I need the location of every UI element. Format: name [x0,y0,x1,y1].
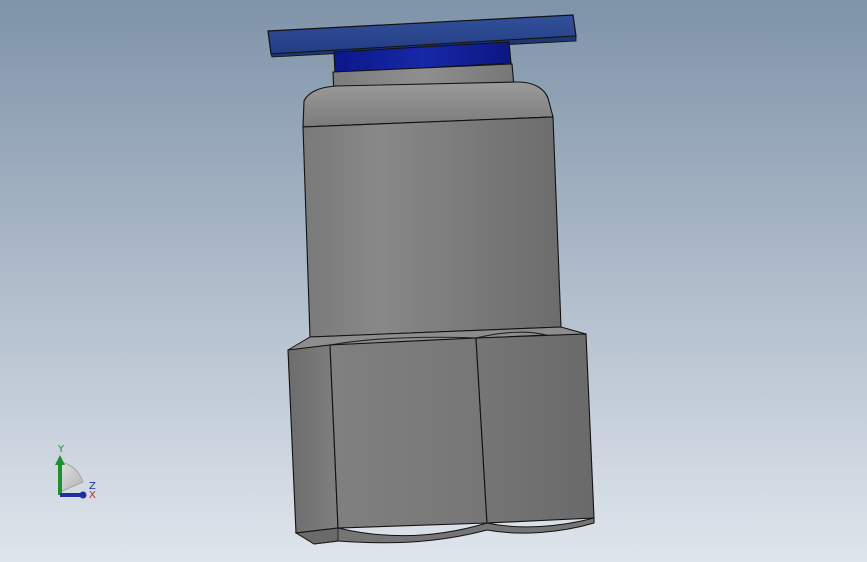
y-axis-arrow-icon [55,455,65,465]
graphics-viewport[interactable]: Y Z X [0,0,867,562]
part-model-view[interactable] [0,0,867,562]
axis-triad: Y Z X [55,444,96,501]
z-axis-end-icon [79,491,87,499]
triad-sweep-icon [59,461,84,493]
sleeve-body [302,116,562,338]
hex-nut [287,333,595,545]
y-axis-label: Y [57,444,65,455]
x-axis-label: X [89,490,96,501]
